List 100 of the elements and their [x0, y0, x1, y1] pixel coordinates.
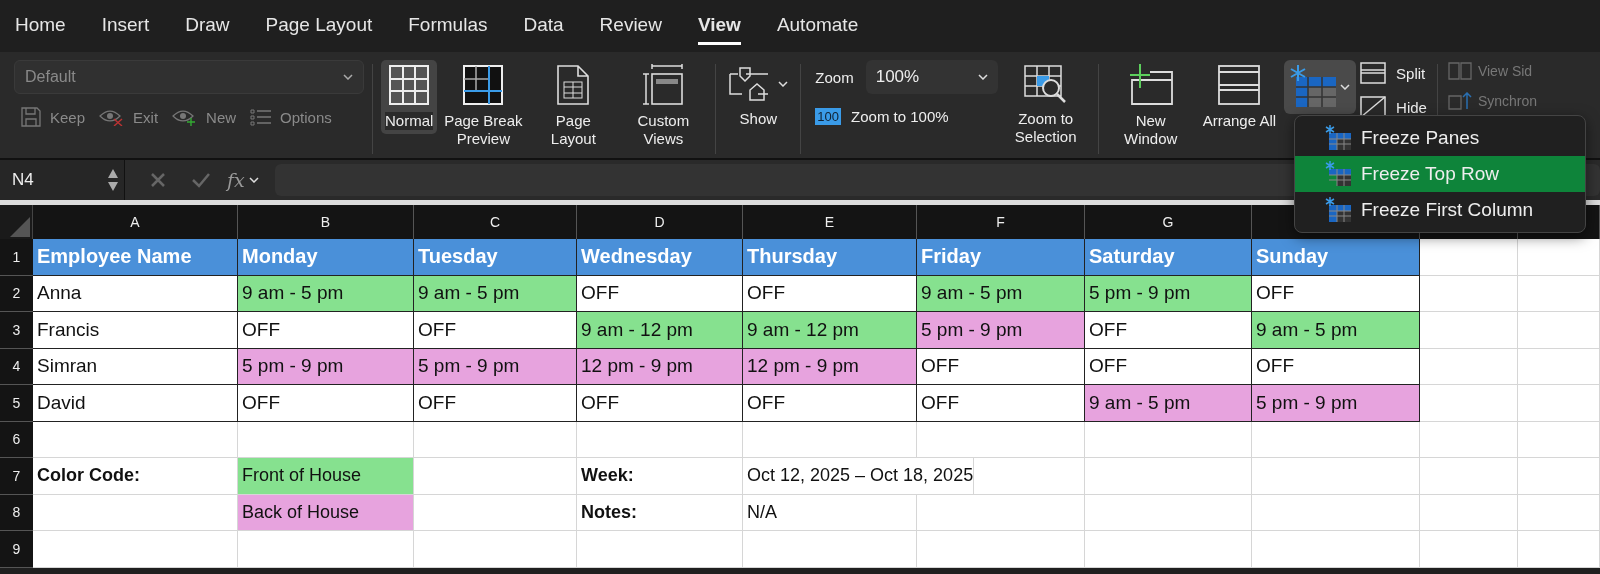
sheet-view-dropdown[interactable]: Default — [14, 60, 364, 94]
new-window-button[interactable]: New Window — [1106, 60, 1195, 152]
page-break-icon — [462, 64, 505, 106]
freeze-panes-button[interactable] — [1284, 60, 1357, 114]
zoom-to-selection-button[interactable]: Zoom to Selection — [1001, 60, 1090, 150]
arrange-all-button[interactable]: Arrange All — [1198, 60, 1281, 134]
row-header[interactable]: 9 — [0, 531, 33, 568]
row-header[interactable]: 1 — [0, 239, 33, 276]
table-cell: 12 pm - 9 pm — [577, 348, 743, 385]
ribbon-tab[interactable]: Home — [15, 7, 66, 45]
cancel-icon[interactable] — [149, 171, 167, 189]
table-cell: OFF — [577, 385, 743, 422]
table-cell: David — [33, 385, 238, 422]
row-header[interactable]: 4 — [0, 348, 33, 385]
ribbon-tab[interactable]: Automate — [776, 7, 859, 45]
table-cell: Sunday — [1252, 239, 1420, 276]
freeze-icon — [1290, 65, 1339, 109]
table-cell: N/A — [743, 494, 917, 531]
ribbon-tab[interactable]: View — [697, 7, 741, 45]
freeze-icon — [1325, 197, 1353, 223]
show-button[interactable]: Show — [724, 60, 793, 132]
ribbon-tab[interactable]: Review — [599, 7, 662, 45]
check-icon[interactable] — [191, 171, 211, 189]
workbook-view-button[interactable]: Page Break Preview — [439, 60, 528, 152]
menu-item[interactable]: Freeze First Column — [1295, 192, 1585, 228]
column-header[interactable]: G — [1085, 205, 1252, 239]
menu-item[interactable]: Freeze Panes — [1295, 120, 1585, 156]
grid-icon — [388, 64, 431, 106]
table-cell: 9 am - 12 pm — [577, 312, 743, 349]
table-cell: OFF — [414, 385, 577, 422]
table-cell: Friday — [917, 239, 1085, 276]
ribbon-tab[interactable]: Data — [523, 7, 564, 45]
sheet-view-action[interactable]: Keep — [20, 106, 86, 128]
table-cell: 5 pm - 9 pm — [1085, 275, 1252, 312]
ribbon-tab[interactable]: Formulas — [408, 7, 488, 45]
ribbon-tab[interactable]: Page Layout — [265, 7, 373, 45]
page-icon — [556, 64, 591, 106]
menu-item[interactable]: Freeze Top Row — [1295, 156, 1585, 192]
stepper-icon — [107, 167, 119, 193]
ribbon-tab[interactable]: Draw — [185, 7, 230, 45]
table-cell: OFF — [743, 385, 917, 422]
ribbon-tab[interactable]: Insert — [101, 7, 150, 45]
table-cell: 5 pm - 9 pm — [414, 348, 577, 385]
table-cell: Tuesday — [414, 239, 577, 276]
workbook-view-button[interactable]: Custom Views — [619, 60, 708, 152]
table-cell: 12 pm - 9 pm — [743, 348, 917, 385]
custom-views-icon — [642, 64, 685, 106]
chevron-down-icon — [977, 74, 988, 80]
sheet-view-action[interactable]: Options — [250, 106, 332, 128]
table-cell: 5 pm - 9 pm — [1252, 385, 1420, 422]
row-header[interactable]: 6 — [0, 421, 33, 458]
zoom-100-badge: 100 — [815, 108, 842, 125]
table-cell: Thursday — [743, 239, 917, 276]
row-header[interactable]: 5 — [0, 385, 33, 422]
zoom-100-button[interactable]: 100 Zoom to 100% — [815, 108, 949, 125]
sheet-view-action[interactable]: New — [172, 106, 237, 128]
table-cell: OFF — [238, 312, 414, 349]
workbook-view-button[interactable]: Page Layout — [529, 60, 618, 152]
table-cell: Francis — [33, 312, 238, 349]
chevron-down-icon — [248, 177, 259, 183]
table-cell: Front of House — [238, 458, 414, 495]
column-header[interactable]: E — [743, 205, 917, 239]
row-header[interactable]: 7 — [0, 458, 33, 495]
freeze-icon — [1325, 161, 1353, 187]
sheet-view-action[interactable]: Exit — [99, 106, 159, 128]
chevron-down-icon — [778, 81, 789, 87]
column-header[interactable]: F — [917, 205, 1085, 239]
table-cell: 5 pm - 9 pm — [917, 312, 1085, 349]
table-cell: 9 am - 5 pm — [917, 275, 1085, 312]
list-icon — [250, 108, 273, 126]
workbook-view-button[interactable]: Normal — [381, 60, 438, 134]
row-header[interactable]: 8 — [0, 494, 33, 531]
column-header[interactable]: B — [238, 205, 414, 239]
column-header[interactable]: A — [33, 205, 238, 239]
save-icon — [20, 106, 42, 128]
function-button[interactable]: fx — [227, 169, 259, 191]
column-header[interactable]: C — [414, 205, 577, 239]
table-cell: 9 am - 5 pm — [414, 275, 577, 312]
split-button[interactable]: Split — [1360, 62, 1427, 84]
table-cell: 5 pm - 9 pm — [238, 348, 414, 385]
table-cell: OFF — [917, 348, 1085, 385]
pages-icon — [1447, 62, 1472, 80]
new-window-icon — [1127, 64, 1174, 106]
arrange-icon — [1217, 64, 1262, 106]
table-cell: 9 am - 5 pm — [1252, 312, 1420, 349]
split-icon — [1360, 62, 1387, 84]
table-cell: Back of House — [238, 494, 414, 531]
zoom-label: Zoom — [815, 68, 854, 86]
column-header[interactable]: D — [577, 205, 743, 239]
table-cell: Saturday — [1085, 239, 1252, 276]
table-cell: Wednesday — [577, 239, 743, 276]
row-header[interactable]: 3 — [0, 312, 33, 349]
row-header[interactable]: 2 — [0, 275, 33, 312]
name-box[interactable]: N4 — [0, 160, 125, 200]
sync-scroll-icon — [1447, 92, 1472, 110]
table-cell: 9 am - 12 pm — [743, 312, 917, 349]
table-cell: Monday — [238, 239, 414, 276]
chevron-down-icon — [343, 74, 353, 80]
zoom-dropdown[interactable]: 100% — [865, 60, 998, 94]
select-all-button[interactable] — [0, 205, 33, 239]
